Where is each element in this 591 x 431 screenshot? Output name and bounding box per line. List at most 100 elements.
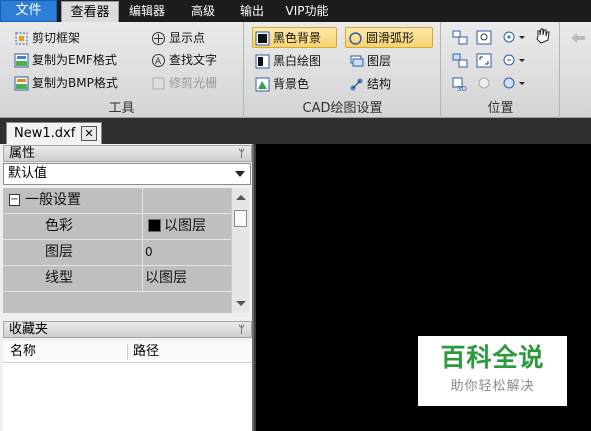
- crop-frame-button[interactable]: 剪切框架: [12, 28, 80, 49]
- property-grid: − 一般设置 色彩 以图层 图层 0 线型 以图层: [3, 188, 231, 313]
- black-background-button[interactable]: 黑色背景: [252, 27, 337, 48]
- find-text-label: 查找文字: [169, 53, 218, 67]
- find-text-icon: A: [152, 54, 165, 67]
- bw-drawing-icon: [255, 54, 270, 69]
- favorites-header: 名称 路径: [3, 341, 252, 363]
- structure-button[interactable]: 结构: [347, 74, 391, 95]
- property-value-text: 以图层: [164, 218, 206, 234]
- column-divider[interactable]: [127, 344, 128, 360]
- watermark-title: 百科全说: [440, 343, 545, 372]
- copy-bmp-button[interactable]: 复制为BMP格式: [12, 73, 118, 94]
- scroll-thumb[interactable]: [234, 210, 247, 227]
- svg-text:A: A: [155, 57, 162, 67]
- svg-text:3D: 3D: [457, 85, 467, 93]
- menu-bar: 文件 查看器 编辑器 高级 输出 VIP功能: [0, 0, 591, 22]
- copy-emf-label: 复制为EMF格式: [32, 53, 117, 67]
- color-swatch: [148, 218, 161, 232]
- copy-emf-button[interactable]: 复制为EMF格式: [12, 50, 117, 71]
- document-tab-strip: New1.dxf ✕: [0, 118, 591, 144]
- tab-advanced[interactable]: 高级: [180, 0, 226, 22]
- copy-bmp-label: 复制为BMP格式: [32, 76, 118, 90]
- tools-group-title: 工具: [108, 101, 135, 116]
- structure-label: 结构: [367, 77, 392, 91]
- pin-icon[interactable]: ᛘ: [238, 322, 245, 338]
- drawing-canvas[interactable]: 百科全说 助你轻松解决: [256, 144, 591, 431]
- watermark-subtitle: 助你轻松解决: [450, 379, 535, 394]
- fit-all-icon[interactable]: [450, 51, 472, 71]
- close-icon[interactable]: ✕: [81, 126, 97, 141]
- crop-frame-icon: [15, 32, 28, 45]
- bw-drawing-button[interactable]: 黑白绘图: [253, 51, 321, 72]
- column-name-header[interactable]: 名称: [10, 341, 36, 363]
- background-color-icon: [255, 77, 270, 92]
- zoom-extents-icon[interactable]: [474, 51, 496, 71]
- crosshair-icon: [152, 32, 165, 45]
- zoom-in-icon[interactable]: [500, 28, 528, 48]
- zoom-previous-icon[interactable]: [474, 74, 496, 94]
- trim-raster-label: 修剪光栅: [169, 76, 218, 90]
- document-tab[interactable]: New1.dxf ✕: [6, 122, 102, 144]
- position-group-title: 位置: [487, 101, 514, 116]
- property-value[interactable]: 以图层: [142, 214, 231, 239]
- smooth-arc-label: 圆滑弧形: [366, 31, 415, 45]
- property-value[interactable]: 以图层: [142, 266, 231, 291]
- fit-window-icon[interactable]: [450, 28, 472, 48]
- properties-title-bar: 属性 ᛘ: [3, 145, 252, 162]
- properties-dropdown-value: 默认值: [8, 166, 48, 181]
- chevron-down-icon: [235, 171, 245, 177]
- section-label: 一般设置: [25, 192, 81, 208]
- section-value: [142, 188, 231, 213]
- structure-icon: [350, 78, 363, 91]
- collapse-icon[interactable]: −: [9, 194, 20, 206]
- property-scrollbar[interactable]: [231, 188, 249, 313]
- property-row[interactable]: 图层 0: [3, 240, 231, 266]
- pan-hand-icon[interactable]: [532, 26, 554, 46]
- property-key: 图层: [45, 244, 73, 260]
- layers-button[interactable]: 图层: [347, 51, 391, 72]
- section-row[interactable]: − 一般设置: [3, 188, 231, 214]
- show-points-button[interactable]: 显示点: [149, 28, 205, 49]
- favorites-title: 收藏夹: [9, 322, 49, 337]
- scroll-up-icon[interactable]: [236, 195, 246, 200]
- smooth-arc-button[interactable]: 圆滑弧形: [345, 27, 433, 48]
- properties-title: 属性: [9, 146, 36, 161]
- property-key: 色彩: [45, 218, 73, 234]
- orbit-icon[interactable]: [500, 74, 528, 94]
- find-text-button[interactable]: A 查找文字: [149, 50, 217, 71]
- property-value[interactable]: 0: [142, 240, 231, 265]
- pin-icon[interactable]: ᛘ: [238, 146, 245, 162]
- tab-vip[interactable]: VIP功能: [280, 0, 334, 22]
- properties-dropdown[interactable]: 默认值: [3, 163, 251, 185]
- bw-drawing-label: 黑白绘图: [273, 54, 322, 68]
- background-color-button[interactable]: 背景色: [253, 74, 309, 95]
- scroll-down-icon[interactable]: [236, 301, 246, 306]
- tools-group: 剪切框架 复制为EMF格式 复制为BMP格式 显示点 A 查找文字 修剪光栅 工…: [0, 22, 244, 118]
- property-row[interactable]: 色彩 以图层: [3, 214, 231, 240]
- tab-viewer[interactable]: 查看器: [61, 1, 119, 22]
- trim-raster-icon: [152, 77, 165, 90]
- background-color-label: 背景色: [273, 77, 310, 91]
- show-points-label: 显示点: [169, 31, 206, 45]
- document-tab-name: New1.dxf: [14, 126, 76, 141]
- favorites-list[interactable]: [3, 363, 252, 431]
- tab-output[interactable]: 输出: [232, 0, 272, 22]
- zoom-out-icon[interactable]: [500, 51, 528, 71]
- emf-file-icon: [14, 53, 29, 68]
- rotate-icon[interactable]: 3D: [450, 74, 472, 94]
- section-header: − 一般设置: [3, 188, 140, 213]
- property-key: 线型: [45, 270, 73, 286]
- column-path-header[interactable]: 路径: [133, 341, 159, 363]
- file-menu-button[interactable]: 文件: [0, 0, 57, 22]
- back-arrow-icon[interactable]: [567, 28, 589, 48]
- trim-raster-button[interactable]: 修剪光栅: [149, 73, 217, 94]
- tab-editor[interactable]: 编辑器: [122, 0, 172, 22]
- smooth-arc-icon: [349, 32, 362, 45]
- ribbon: 剪切框架 复制为EMF格式 复制为BMP格式 显示点 A 查找文字 修剪光栅 工…: [0, 22, 591, 118]
- layers-icon: [350, 55, 364, 67]
- cad-settings-group: 黑色背景 黑白绘图 背景色 圆滑弧形 图层 结构 CAD绘图设置: [245, 22, 441, 118]
- bmp-file-icon: [14, 76, 29, 91]
- navigation-group: [561, 22, 591, 118]
- property-row[interactable]: 线型 以图层: [3, 266, 231, 292]
- zoom-window-icon[interactable]: [474, 28, 496, 48]
- crop-frame-label: 剪切框架: [32, 31, 81, 45]
